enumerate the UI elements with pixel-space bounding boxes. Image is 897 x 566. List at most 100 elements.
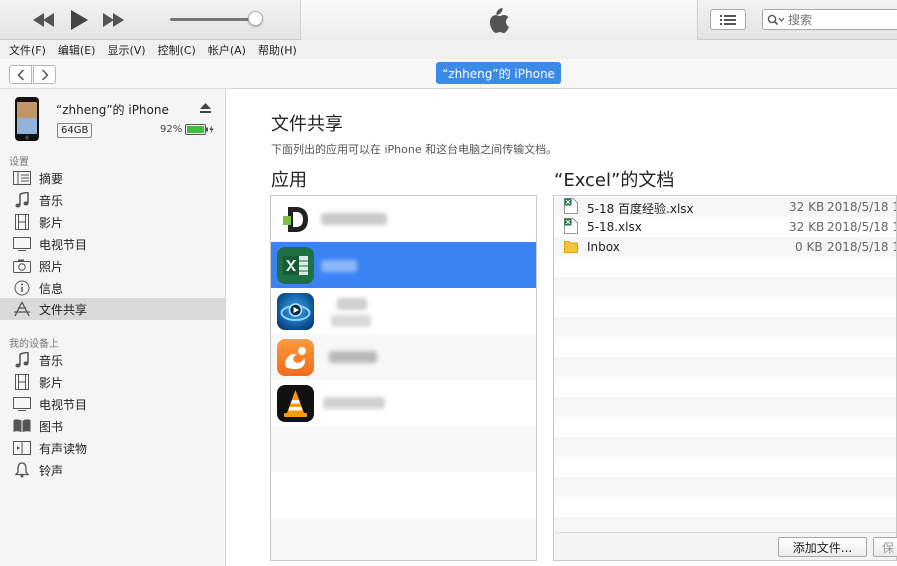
battery-percent: 92% xyxy=(160,124,183,135)
document-name: 5-18.xlsx xyxy=(587,220,642,234)
bell-icon xyxy=(12,462,32,478)
search-box[interactable] xyxy=(762,9,897,30)
menu-account[interactable]: 帐户(A) xyxy=(208,42,246,58)
sidebar-item-label: 影片 xyxy=(39,215,64,230)
search-icon xyxy=(767,14,785,25)
sidebar-item-device-tv[interactable]: 电视节目 xyxy=(0,393,225,415)
device-button[interactable]: “zhheng”的 iPhone xyxy=(436,62,561,84)
menu-view[interactable]: 显示(V) xyxy=(107,42,145,58)
empty-row xyxy=(554,317,896,337)
menu-bar: 文件(F) 编辑(E) 显示(V) 控制(C) 帐户(A) 帮助(H) xyxy=(0,40,897,59)
app-store-icon xyxy=(12,301,32,317)
save-to-button[interactable]: 保 xyxy=(873,537,897,557)
empty-row xyxy=(554,397,896,417)
blurred-app-name xyxy=(331,315,371,327)
blurred-app-name xyxy=(337,298,367,310)
sidebar-item-label: 图书 xyxy=(39,419,64,434)
empty-row xyxy=(554,277,896,297)
menu-file[interactable]: 文件(F) xyxy=(9,42,46,58)
fast-forward-button[interactable] xyxy=(103,8,125,32)
empty-row xyxy=(271,472,536,518)
app-item-uc-browser[interactable] xyxy=(271,334,536,380)
volume-slider[interactable] xyxy=(170,18,256,21)
chevron-left-icon xyxy=(16,68,24,81)
book-icon xyxy=(12,418,32,434)
vlc-app-icon xyxy=(277,385,314,422)
battery-charging-icon xyxy=(185,124,214,135)
player-toolbar xyxy=(0,0,897,40)
device-name: “zhheng”的 iPhone xyxy=(56,103,169,117)
app-item-excel[interactable] xyxy=(271,242,536,288)
camera-icon xyxy=(12,258,32,274)
document-row[interactable]: Inbox 0 KB 2018/5/18 15:3 xyxy=(554,237,896,257)
music-icon xyxy=(12,192,32,208)
sidebar-item-label: 音乐 xyxy=(39,193,64,208)
settings-header: 设置 xyxy=(9,157,29,168)
add-file-button[interactable]: 添加文件... xyxy=(778,537,867,557)
fast-forward-icon xyxy=(103,13,124,27)
sidebar-item-label: 有声读物 xyxy=(39,441,88,456)
excel-file-icon xyxy=(564,198,578,214)
sidebar-item-label: 信息 xyxy=(39,281,64,296)
empty-row xyxy=(271,518,536,560)
excel-app-icon xyxy=(277,247,314,284)
sidebar-item-device-movies[interactable]: 影片 xyxy=(0,371,225,393)
sidebar-item-summary[interactable]: 摘要 xyxy=(0,167,225,189)
menu-edit[interactable]: 编辑(E) xyxy=(58,42,96,58)
sidebar-item-device-audiobooks[interactable]: 有声读物 xyxy=(0,437,225,459)
sidebar-item-music[interactable]: 音乐 xyxy=(0,189,225,211)
sidebar-item-device-music[interactable]: 音乐 xyxy=(0,349,225,371)
sidebar-item-movies[interactable]: 影片 xyxy=(0,211,225,233)
sidebar-item-label: 文件共享 xyxy=(39,302,88,317)
iphone-icon xyxy=(15,97,39,141)
music-icon xyxy=(12,352,32,368)
app-item-player[interactable] xyxy=(271,288,536,334)
audiobook-icon xyxy=(12,440,32,456)
document-row[interactable]: 5-18.xlsx 32 KB 2018/5/18 15:5 xyxy=(554,217,896,237)
sidebar-item-device-books[interactable]: 图书 xyxy=(0,415,225,437)
back-button[interactable] xyxy=(9,65,32,84)
apps-header: 应用 xyxy=(271,170,307,191)
search-input[interactable] xyxy=(788,12,888,27)
document-date: 2018/5/18 15:5 xyxy=(827,220,896,234)
blurred-app-name xyxy=(321,213,387,225)
play-button[interactable] xyxy=(68,8,90,32)
document-size: 32 KB xyxy=(789,220,825,234)
menu-help[interactable]: 帮助(H) xyxy=(258,42,297,58)
on-device-header: 我的设备上 xyxy=(9,339,59,350)
documents-app-icon xyxy=(277,201,314,238)
tv-icon xyxy=(12,396,32,412)
blurred-app-name xyxy=(323,397,385,409)
sidebar-item-device-tones[interactable]: 铃声 xyxy=(0,459,225,481)
page-title: 文件共享 xyxy=(271,114,343,135)
app-item-vlc[interactable] xyxy=(271,380,536,426)
empty-row xyxy=(271,426,536,472)
sidebar-item-info[interactable]: 信息 xyxy=(0,277,225,299)
empty-row xyxy=(554,457,896,477)
sidebar-item-file-sharing[interactable]: 文件共享 xyxy=(0,298,225,320)
menu-controls[interactable]: 控制(C) xyxy=(158,42,196,58)
sidebar-item-label: 音乐 xyxy=(39,353,64,368)
status-display xyxy=(300,0,698,40)
play-icon xyxy=(71,10,88,30)
sidebar-item-photos[interactable]: 照片 xyxy=(0,255,225,277)
empty-row xyxy=(554,497,896,517)
empty-row xyxy=(554,297,896,317)
page-subtitle: 下面列出的应用可以在 iPhone 和这台电脑之间传输文档。 xyxy=(271,143,558,156)
sidebar-item-tv[interactable]: 电视节目 xyxy=(0,233,225,255)
documents-list: 5-18 百度经验.xlsx 32 KB 2018/5/18 15:5 5-18… xyxy=(553,195,897,561)
volume-knob[interactable] xyxy=(248,11,263,26)
list-view-button[interactable] xyxy=(710,9,746,30)
document-date: 2018/5/18 15:5 xyxy=(827,200,896,214)
app-item-documents[interactable] xyxy=(271,196,536,242)
info-icon xyxy=(12,280,32,296)
sidebar-item-label: 影片 xyxy=(39,375,64,390)
film-icon xyxy=(12,214,32,230)
sidebar: “zhheng”的 iPhone 64GB 92% 设置 摘要 音乐 影片 电视… xyxy=(0,89,226,566)
eject-icon[interactable] xyxy=(200,103,211,114)
rewind-button[interactable] xyxy=(33,8,55,32)
capacity-badge: 64GB xyxy=(57,123,93,138)
empty-row xyxy=(554,477,896,497)
document-row[interactable]: 5-18 百度经验.xlsx 32 KB 2018/5/18 15:5 xyxy=(554,197,896,217)
forward-button[interactable] xyxy=(33,65,56,84)
